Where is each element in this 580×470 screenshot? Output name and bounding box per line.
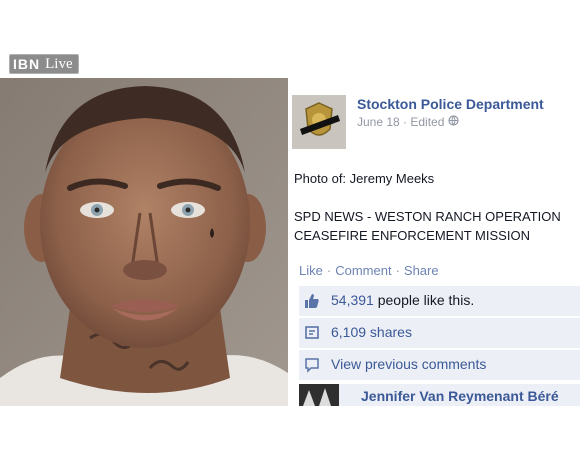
mugshot-image — [0, 78, 288, 406]
action-separator: · — [395, 263, 400, 278]
globe-icon — [448, 115, 460, 129]
police-badge-icon — [292, 95, 346, 149]
comment-icon — [304, 357, 320, 378]
share-icon — [304, 325, 320, 346]
news-line-2: CEASEFIRE ENFORCEMENT MISSION — [294, 228, 530, 243]
page-avatar[interactable] — [292, 95, 346, 149]
likes-count[interactable]: 54,391 — [331, 292, 374, 308]
post-date[interactable]: June 18 — [357, 115, 400, 129]
photo-of-text: Photo of: Jeremy Meeks — [294, 171, 435, 186]
share-link[interactable]: Share — [404, 263, 439, 278]
facebook-post: Stockton Police Department June 18 · Edi… — [292, 78, 580, 406]
post-actions: Like · Comment · Share — [299, 263, 439, 278]
shares-row[interactable]: 6,109 shares — [299, 318, 580, 348]
commenter-name-link[interactable]: Jennifer Van Reymenant — [361, 388, 524, 404]
comment-row: Jennifer Van Reymenant Béré — [299, 384, 580, 406]
like-link[interactable]: Like — [299, 263, 323, 278]
watermark-brand: IBN — [13, 56, 41, 72]
news-line-1: SPD NEWS - WESTON RANCH OPERATION — [294, 209, 561, 224]
likes-suffix: people like this. — [377, 292, 475, 308]
view-previous-comments-link[interactable]: View previous comments — [331, 356, 486, 372]
ibn-live-watermark: IBN Live — [9, 54, 79, 74]
post-meta: June 18 · Edited — [357, 115, 460, 129]
commenter-name-cutoff[interactable]: Béré — [528, 388, 559, 404]
likes-row[interactable]: 54,391 people like this. — [299, 286, 580, 316]
thumbs-up-icon — [304, 293, 320, 314]
shares-count[interactable]: 6,109 shares — [331, 324, 412, 340]
watermark-suffix: Live — [45, 55, 73, 72]
commenter-avatar[interactable] — [299, 384, 339, 406]
view-comments-row[interactable]: View previous comments — [299, 350, 580, 380]
page-name-link[interactable]: Stockton Police Department — [357, 96, 544, 112]
mugshot-photo — [0, 78, 288, 406]
action-separator: · — [326, 263, 332, 278]
edited-label[interactable]: · Edited — [403, 115, 444, 129]
comment-link[interactable]: Comment — [335, 263, 391, 278]
